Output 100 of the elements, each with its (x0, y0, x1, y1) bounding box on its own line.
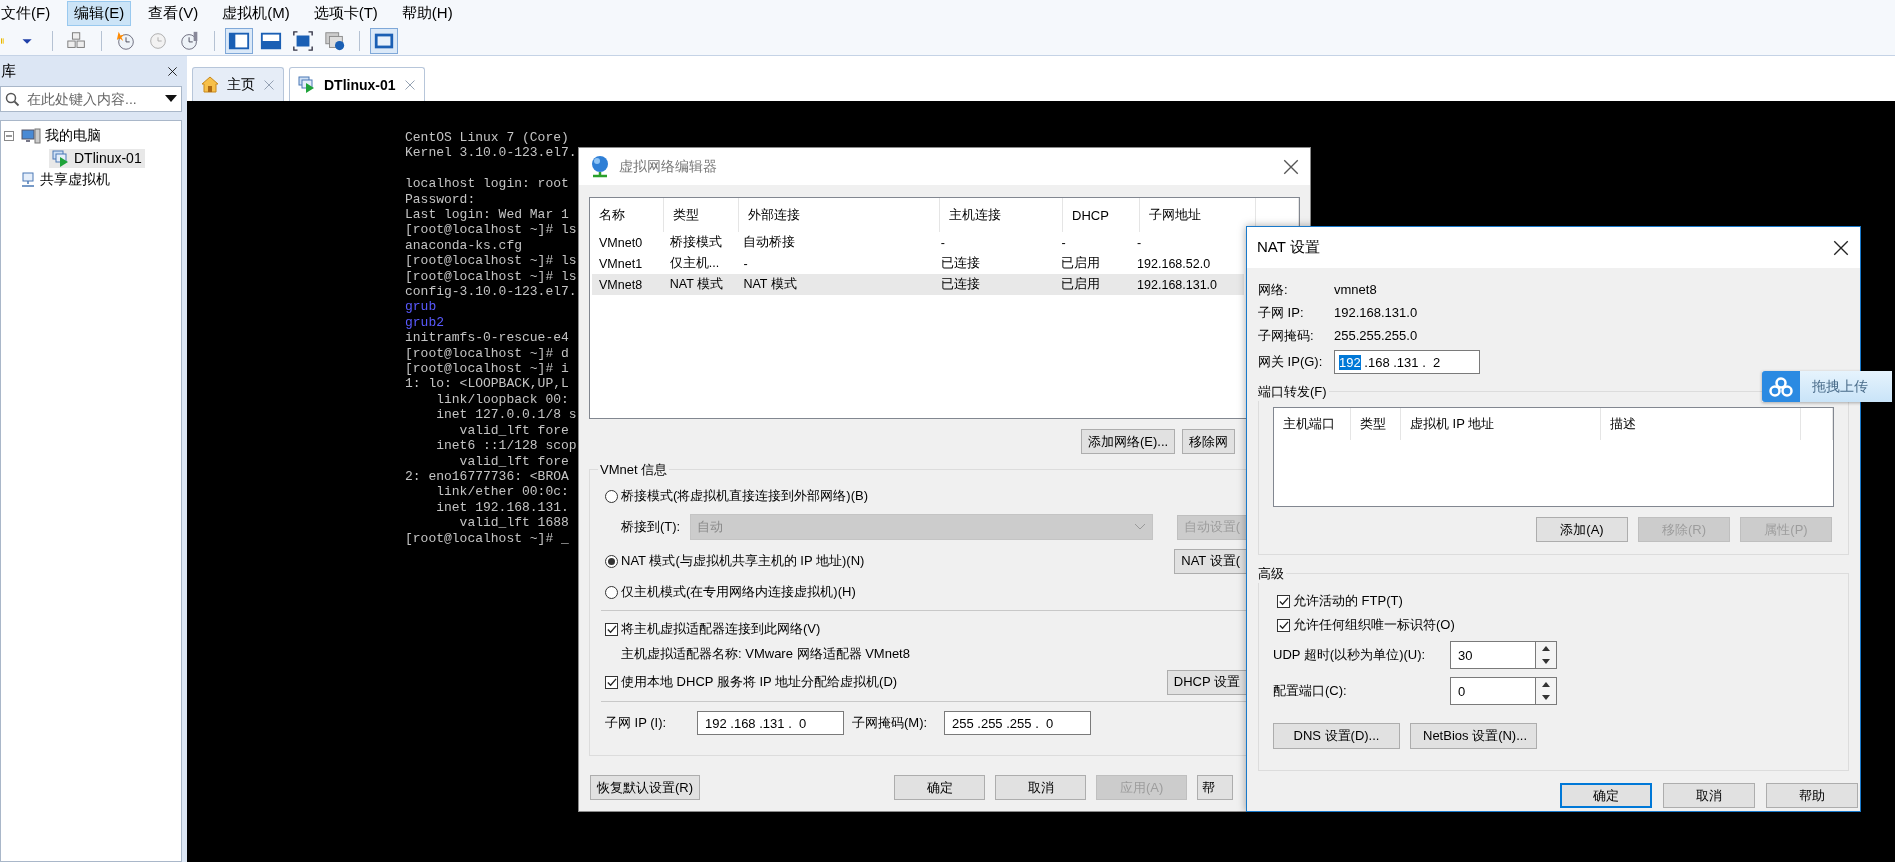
terminal-line: Password: (405, 191, 476, 207)
close-icon[interactable] (1832, 238, 1850, 257)
down-arrow-icon[interactable] (1542, 659, 1550, 664)
button[interactable]: 取消 (1663, 783, 1755, 808)
button[interactable]: NetBios 设置(N)... (1410, 723, 1537, 749)
column-header[interactable]: 主机端口 (1274, 408, 1351, 440)
vm-running-icon (52, 149, 70, 167)
checkbox[interactable] (1277, 594, 1290, 608)
radio-button[interactable] (605, 554, 618, 568)
chevron-icon (1134, 523, 1147, 531)
column-header[interactable]: 主机连接 (940, 198, 1063, 232)
tree-item[interactable]: DTlinux-01 (49, 148, 145, 168)
panel-icon[interactable] (260, 30, 282, 52)
field-label: UDP 超时(以秒为单位)(U): (1273, 646, 1427, 664)
table-cell-text: VMnet0 (598, 234, 644, 252)
button[interactable]: NAT 设置( (1174, 548, 1247, 574)
dropdown-icon[interactable] (165, 95, 177, 103)
button[interactable]: 添加网络(E)... (1081, 429, 1176, 454)
button[interactable]: 帮助 (1766, 783, 1858, 808)
table-row[interactable]: VMnet1 仅主机... - 已连接 已启用 192.168.52.0 (592, 253, 1244, 274)
button[interactable]: 恢复默认设置(R) (590, 775, 701, 800)
table-cell-text: 192.168.52.0 (1136, 255, 1212, 273)
close-icon[interactable] (167, 65, 178, 77)
field-label: 子网掩码: (1258, 326, 1315, 345)
tab[interactable]: 主页 (192, 67, 284, 101)
ip-field[interactable]: 192 .168 .131 . 2 (1334, 350, 1480, 374)
menu-item[interactable]: 查看(V) (141, 1, 206, 26)
button[interactable]: 添加(A) (1536, 517, 1628, 542)
column-header[interactable]: 类型 (1351, 408, 1401, 440)
table-row[interactable]: VMnet8 NAT 模式 NAT 模式 已连接 已启用 192.168.131.0 (592, 274, 1244, 295)
button[interactable]: 取消 (995, 775, 1087, 800)
terminal-line: Last login: Wed Mar 1 (405, 207, 569, 223)
search-field[interactable]: 在此处键入内容... (0, 86, 182, 112)
up-arrow-icon[interactable] (1542, 646, 1550, 651)
button[interactable]: DHCP 设置 (1166, 669, 1247, 695)
table-cell-text: 已连接 (939, 255, 981, 272)
button[interactable]: 移除网 (1182, 429, 1236, 454)
radio-button[interactable] (605, 585, 618, 599)
window-title: 虚拟网络编辑器 (619, 157, 718, 176)
terminal-line: valid_lft fore (458, 422, 569, 439)
group-title: 高级 (1256, 565, 1286, 583)
checkbox-label: 允许任何组织唯一标识符(O) (1293, 616, 1455, 634)
upload-label: 拖拽上传 (1800, 371, 1892, 402)
table-row[interactable]: VMnet0 桥接模式 自动桥接 - - - (592, 232, 1244, 253)
close-icon[interactable] (1282, 157, 1300, 176)
fullscreen-icon[interactable] (292, 30, 314, 52)
checkbox[interactable] (605, 675, 618, 689)
menu-item[interactable]: 虚拟机(M) (215, 1, 297, 26)
field-label: 配置端口(C): (1273, 682, 1348, 700)
button[interactable]: 帮 (1197, 775, 1234, 800)
radio-button[interactable] (605, 489, 618, 503)
upload-widget[interactable]: 拖拽上传 (1762, 371, 1892, 402)
terminal-line: 1: lo: <LOOPBACK,UP,L (405, 376, 569, 392)
number-field[interactable]: 0 (1450, 677, 1535, 705)
number-field[interactable]: 30 (1450, 641, 1535, 669)
column-header[interactable]: 虚拟机 IP 地址 (1401, 408, 1601, 440)
column-header[interactable]: 描述 (1601, 408, 1801, 440)
button[interactable]: 确定 (1560, 783, 1652, 808)
clock-star-icon[interactable] (115, 30, 137, 52)
collapse-icon[interactable] (4, 131, 14, 141)
column-header[interactable]: 类型 (664, 198, 739, 232)
table-cell-text: VMnet1 (598, 255, 644, 273)
tree-item[interactable]: 我的电脑 (18, 126, 104, 146)
spinner-control[interactable] (1535, 677, 1557, 705)
ip-field[interactable]: 192 .168 .131 . 0 (697, 711, 844, 735)
terminal-line: link/loopback 00: (435, 391, 569, 408)
spinner-control[interactable] (1535, 641, 1557, 669)
terminal-line: valid_lft fore (458, 453, 569, 469)
table-cell-text: 已启用 (1060, 255, 1102, 272)
column-header[interactable]: 外部连接 (739, 198, 940, 232)
button[interactable]: DNS 设置(D)... (1273, 723, 1400, 749)
checkbox[interactable] (605, 622, 618, 636)
checkbox[interactable] (1277, 618, 1290, 632)
menu-item[interactable]: 选项卡(T) (306, 1, 385, 26)
computer-icon (21, 128, 41, 144)
tree-item[interactable]: 共享虚拟机 (17, 170, 113, 190)
ip-field[interactable]: 255 .255 .255 . 0 (944, 711, 1091, 735)
down-arrow-icon[interactable] (1542, 695, 1550, 700)
field-value: vmnet8 (1334, 282, 1377, 297)
pane-title: 库 (1, 61, 16, 81)
up-arrow-icon[interactable] (1542, 682, 1550, 687)
field-value: 255.255.255.0 (1334, 328, 1418, 343)
field-label: 网关 IP(G): (1258, 353, 1324, 371)
menu-item[interactable]: 编辑(E) (67, 1, 132, 26)
search-icon (5, 91, 20, 107)
tab[interactable]: DTlinux-01 (289, 67, 425, 101)
menu-item[interactable]: 帮助(H) (394, 1, 460, 26)
terminal-line: localhost login: root (405, 176, 569, 192)
table-cell-text: - (1136, 234, 1143, 252)
field-label: 桥接到(T): (621, 518, 681, 536)
button[interactable]: 确定 (894, 775, 986, 800)
column-header[interactable]: DHCP (1063, 198, 1140, 232)
terminal-line: [root@localhost ~]# ls (405, 222, 577, 238)
table-cell-text: VMnet8 (598, 276, 644, 294)
window-title: NAT 设置 (1257, 238, 1321, 257)
terminal-line: Kernel 3.10.0-123.el7. (405, 145, 577, 161)
menu-item[interactable]: 文件(F) (0, 1, 58, 26)
windows-icon[interactable] (324, 30, 346, 52)
column-header[interactable]: 名称 (590, 198, 664, 232)
table-cell-text: 192.168.131.0 (1136, 276, 1219, 294)
